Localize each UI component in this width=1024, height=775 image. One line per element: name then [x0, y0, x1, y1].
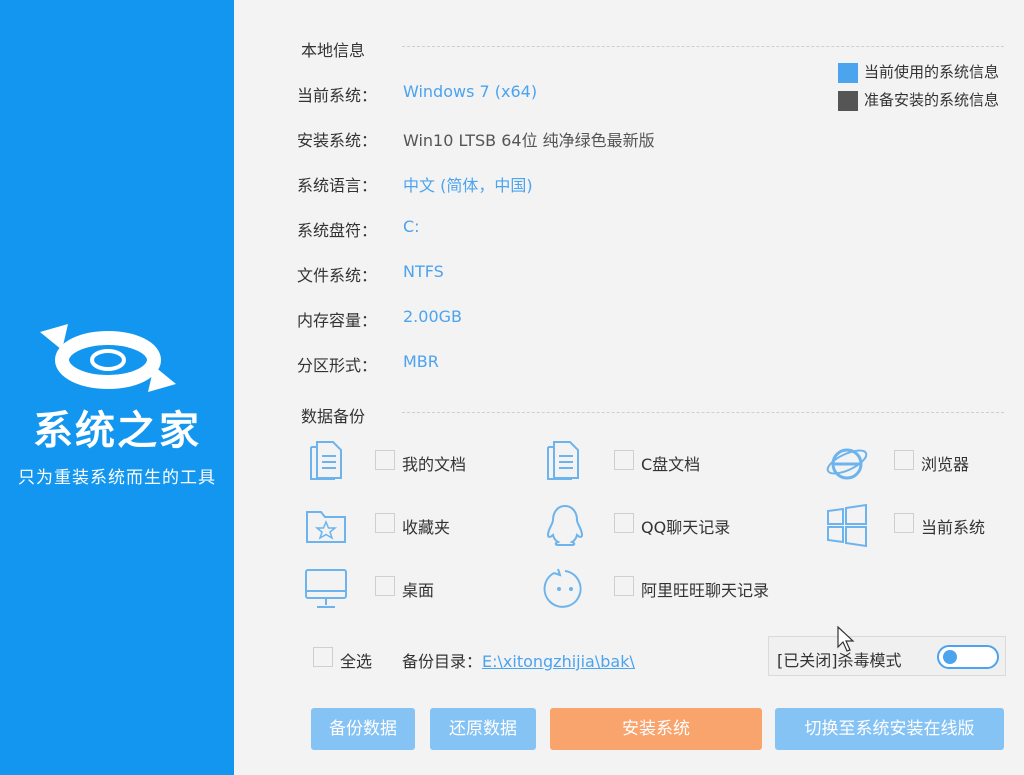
- ie-browser-icon: [826, 448, 868, 480]
- backup-wangwang-label: 阿里旺旺聊天记录: [641, 581, 770, 600]
- file-system-label: 文件系统：: [297, 266, 378, 285]
- backup-cdocs-label: C盘文档: [641, 455, 701, 474]
- brand-tagline: 只为重装系统而生的工具: [18, 468, 216, 488]
- partition-label: 分区形式：: [297, 356, 378, 375]
- local-info-title: 本地信息: [301, 41, 366, 60]
- backup-mydocs-checkbox[interactable]: [375, 450, 395, 470]
- document-icon: [310, 441, 342, 480]
- backup-qq-label: QQ聊天记录: [641, 518, 731, 537]
- aliwangwang-icon: [543, 568, 582, 608]
- backup-current-system-checkbox[interactable]: [894, 513, 914, 533]
- qq-penguin-icon: [546, 504, 584, 546]
- logo-icon: [40, 324, 176, 392]
- document-icon: [547, 441, 579, 480]
- backup-favorites-checkbox[interactable]: [375, 513, 395, 533]
- backup-qq-checkbox[interactable]: [614, 513, 634, 533]
- antivirus-toggle[interactable]: [937, 645, 999, 669]
- backup-divider: [402, 412, 1004, 413]
- backup-wangwang-checkbox[interactable]: [614, 576, 634, 596]
- backup-dir-label: 备份目录：: [402, 652, 483, 671]
- legend-current: 当前使用的系统信息: [838, 61, 999, 83]
- backup-dir-link[interactable]: E:\xitongzhijia\bak\: [482, 652, 635, 671]
- monitor-icon: [305, 569, 347, 608]
- select-all-label: 全选: [340, 652, 373, 671]
- favorites-folder-icon: [306, 511, 346, 543]
- install-system-label: 安装系统：: [297, 131, 378, 150]
- legend-pending: 准备安装的系统信息: [838, 89, 999, 111]
- select-all-checkbox[interactable]: [313, 647, 333, 667]
- legend-pending-label: 准备安装的系统信息: [864, 91, 1000, 109]
- legend-current-swatch: [838, 62, 858, 83]
- antivirus-mode-box: [已关闭]杀毒模式: [768, 636, 1006, 676]
- backup-browser-label: 浏览器: [921, 455, 970, 474]
- backup-dir: 备份目录：E:\xitongzhijia\bak\: [402, 648, 635, 672]
- backup-mydocs-label: 我的文档: [402, 455, 467, 474]
- legend-pending-swatch: [838, 90, 858, 111]
- backup-browser-checkbox[interactable]: [894, 450, 914, 470]
- windows-logo-icon: [827, 503, 867, 548]
- backup-desktop-label: 桌面: [402, 581, 435, 600]
- backup-cdocs-checkbox[interactable]: [614, 450, 634, 470]
- system-drive-value: C:: [403, 217, 420, 236]
- mouse-cursor-icon: [837, 625, 855, 652]
- legend-current-label: 当前使用的系统信息: [864, 63, 1000, 81]
- backup-data-button[interactable]: 备份数据: [311, 708, 415, 750]
- current-system-value: Windows 7 (x64): [403, 82, 538, 101]
- local-info-divider: [402, 46, 1004, 47]
- antivirus-toggle-knob: [943, 650, 957, 664]
- file-system-value: NTFS: [403, 262, 444, 281]
- switch-online-button[interactable]: 切换至系统安装在线版: [775, 708, 1004, 750]
- install-system-button[interactable]: 安装系统: [550, 708, 762, 750]
- backup-desktop-checkbox[interactable]: [375, 576, 395, 596]
- backup-title: 数据备份: [301, 407, 366, 426]
- partition-value: MBR: [403, 352, 439, 371]
- main-panel: 本地信息 当前系统： Windows 7 (x64) 安装系统： Win10 L…: [234, 0, 1024, 775]
- memory-label: 内存容量：: [297, 311, 378, 330]
- sidebar: 系统之家 只为重装系统而生的工具: [0, 0, 234, 775]
- backup-favorites-label: 收藏夹: [402, 518, 451, 537]
- system-drive-label: 系统盘符：: [297, 221, 378, 240]
- system-language-label: 系统语言：: [297, 176, 378, 195]
- backup-current-system-label: 当前系统: [921, 518, 986, 537]
- restore-data-button[interactable]: 还原数据: [430, 708, 536, 750]
- install-system-value: Win10 LTSB 64位 纯净绿色最新版: [403, 131, 655, 150]
- memory-value: 2.00GB: [403, 307, 462, 326]
- current-system-label: 当前系统：: [297, 86, 378, 105]
- system-language-value: 中文 (简体，中国): [403, 176, 533, 195]
- brand-title: 系统之家: [33, 408, 201, 454]
